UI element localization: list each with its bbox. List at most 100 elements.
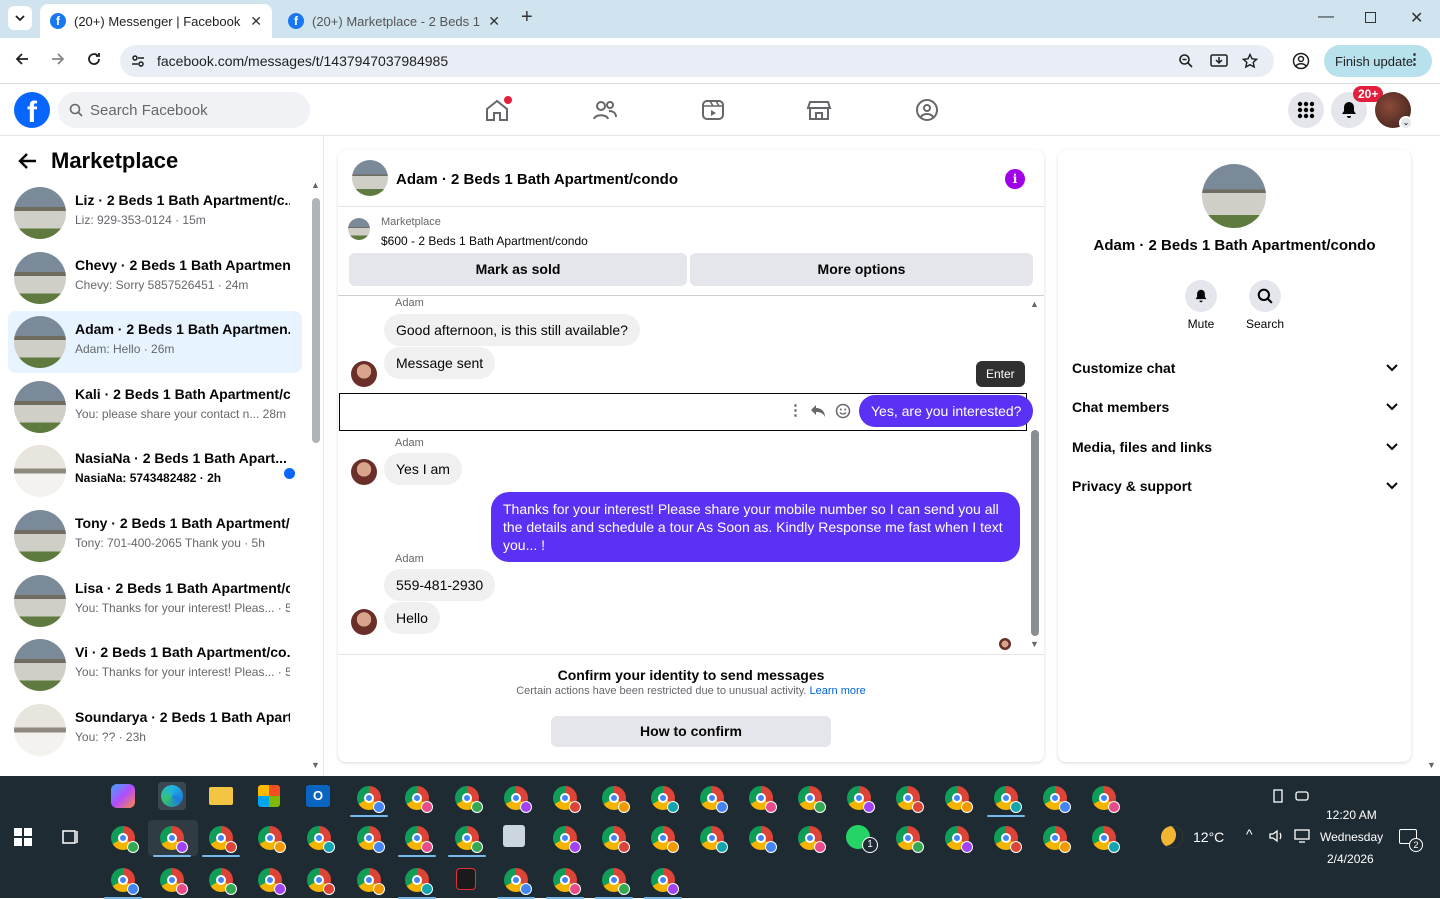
facebook-search-input[interactable]: Search Facebook	[58, 92, 310, 128]
chrome-profile-icon[interactable]	[700, 826, 728, 853]
address-bar[interactable]: facebook.com/messages/t/1437947037984985	[120, 45, 1274, 77]
chrome-profile-icon[interactable]	[1092, 786, 1120, 813]
privacy-support-section[interactable]: Privacy & support	[1072, 467, 1398, 505]
conversation-item[interactable]: Lisa · 2 Beds 1 Bath Apartment/c... You: …	[8, 570, 302, 632]
chrome-profile-icon[interactable]	[602, 786, 630, 813]
sidebar-scrollbar[interactable]	[312, 198, 320, 443]
search-in-conversation-button[interactable]: Search	[1236, 280, 1294, 331]
chrome-profile-icon[interactable]	[847, 786, 875, 813]
emoji-icon[interactable]	[835, 403, 851, 419]
site-info-icon[interactable]	[130, 53, 146, 69]
nav-video[interactable]	[700, 98, 726, 122]
scroll-down-icon[interactable]: ▼	[1030, 639, 1039, 649]
chrome-profile-icon[interactable]	[1043, 826, 1071, 853]
chrome-profile-icon[interactable]	[553, 826, 581, 853]
scroll-up-icon[interactable]: ▲	[1030, 299, 1039, 309]
chrome-profile-icon[interactable]	[994, 786, 1022, 813]
chrome-profile-icon[interactable]	[651, 868, 679, 895]
chrome-profile-icon[interactable]	[1092, 826, 1120, 853]
chrome-profile-icon[interactable]	[749, 786, 777, 813]
chrome-profile-icon[interactable]	[896, 826, 924, 853]
chrome-profile-icon[interactable]	[160, 826, 188, 853]
chrome-profile-icon[interactable]	[209, 826, 237, 853]
forward-button[interactable]	[50, 51, 66, 67]
account-avatar[interactable]: ⌄	[1375, 92, 1413, 130]
chrome-profile-icon[interactable]	[553, 786, 581, 813]
chrome-profile-icon[interactable]	[455, 786, 483, 813]
clock-time[interactable]: 12:20 AM	[1326, 808, 1377, 822]
conversation-item[interactable]: Kali · 2 Beds 1 Bath Apartment/c... You: …	[8, 376, 302, 438]
chrome-profile-icon[interactable]	[700, 786, 728, 813]
mute-button[interactable]: Mute	[1172, 280, 1230, 331]
messages-scrollbar[interactable]	[1031, 430, 1039, 636]
close-window-button[interactable]: ✕	[1410, 8, 1423, 28]
chrome-profile-icon[interactable]	[553, 868, 581, 895]
sender-avatar[interactable]	[351, 459, 377, 485]
conversation-item[interactable]: Adam · 2 Beds 1 Bath Apartmen... Adam: He…	[8, 311, 302, 374]
task-view-button[interactable]	[62, 828, 80, 846]
chrome-profile-icon[interactable]	[307, 868, 335, 895]
chrome-profile-icon[interactable]	[1043, 786, 1071, 813]
clock-date[interactable]: 2/4/2026	[1327, 852, 1374, 866]
mark-as-sold-button[interactable]: Mark as sold	[349, 253, 687, 286]
file-explorer-icon[interactable]	[209, 787, 233, 805]
photo-app-icon[interactable]	[503, 825, 525, 847]
notifications-button[interactable]: 20+	[1331, 86, 1384, 128]
volume-icon[interactable]	[1269, 829, 1285, 843]
chrome-profile-icon[interactable]	[160, 868, 188, 895]
menu-button[interactable]	[1288, 92, 1324, 128]
finish-update-button[interactable]: Finish update ⋮	[1324, 45, 1432, 77]
star-icon[interactable]	[1242, 53, 1258, 69]
profile-photo[interactable]	[1202, 164, 1266, 228]
chrome-profile-icon[interactable]	[798, 826, 826, 853]
reload-button[interactable]	[86, 51, 102, 67]
sent-message-bubble[interactable]: Thanks for your interest! Please share y…	[491, 492, 1020, 562]
new-tab-button[interactable]: +	[521, 6, 533, 29]
store-icon[interactable]	[258, 785, 280, 807]
facebook-logo[interactable]: f	[14, 92, 50, 128]
chrome-profile-icon[interactable]	[357, 826, 385, 853]
chrome-profile-icon[interactable]	[455, 826, 483, 853]
chrome-profile-icon[interactable]	[307, 826, 335, 853]
customize-chat-section[interactable]: Customize chat	[1072, 349, 1398, 387]
tab-messenger[interactable]: f (20+) Messenger | Facebook ✕	[40, 4, 272, 38]
tab-marketplace[interactable]: f (20+) Marketplace - 2 Beds 1 Bath ✕	[280, 4, 510, 38]
chrome-profile-icon[interactable]	[994, 826, 1022, 853]
chrome-profile-icon[interactable]	[602, 868, 630, 895]
close-tab-icon[interactable]: ✕	[250, 13, 262, 30]
conversation-item[interactable]: Vi · 2 Beds 1 Bath Apartment/co... You: T…	[8, 634, 302, 696]
edge-icon[interactable]	[158, 782, 186, 810]
close-tab-icon[interactable]: ✕	[488, 13, 500, 30]
page-scroll-down-icon[interactable]: ▼	[1427, 760, 1436, 770]
scroll-down-icon[interactable]: ▼	[311, 760, 320, 770]
meet-now-icon[interactable]	[1295, 789, 1309, 803]
chrome-profile-icon[interactable]	[357, 868, 385, 895]
weather-moon-icon[interactable]	[1161, 826, 1183, 848]
message-bubble[interactable]: Message sent	[384, 347, 496, 379]
chrome-profile-icon[interactable]	[357, 786, 385, 813]
chrome-profile-icon[interactable]	[896, 786, 924, 813]
learn-more-link[interactable]: Learn more	[810, 685, 866, 697]
message-bubble[interactable]: 559-481-2930	[384, 569, 496, 601]
back-arrow-button[interactable]	[18, 152, 38, 170]
how-to-confirm-button[interactable]: How to confirm	[551, 716, 831, 747]
chrome-profile-icon[interactable]	[651, 826, 679, 853]
message-bubble[interactable]: Yes I am	[384, 453, 462, 485]
nav-friends[interactable]	[592, 98, 618, 122]
suggested-reply-button[interactable]: Yes, are you interested?	[859, 395, 1034, 427]
chrome-profile-icon[interactable]	[945, 786, 973, 813]
conversation-item[interactable]: Tony · 2 Beds 1 Bath Apartment/... Tony: …	[8, 505, 302, 567]
chrome-profile-icon[interactable]	[504, 786, 532, 813]
chrome-profile-icon[interactable]	[504, 868, 532, 895]
chrome-profile-icon[interactable]	[111, 826, 139, 853]
sender-avatar[interactable]	[351, 361, 377, 387]
dark-app-icon[interactable]	[456, 868, 476, 890]
more-options-button[interactable]: More options	[690, 253, 1033, 286]
whatsapp-icon[interactable]: 1	[846, 825, 878, 853]
sender-avatar[interactable]	[351, 609, 377, 635]
clock-day[interactable]: Wednesday	[1320, 830, 1383, 844]
chrome-profile-icon[interactable]	[258, 826, 286, 853]
back-button[interactable]	[14, 51, 30, 67]
nav-groups[interactable]	[914, 98, 940, 122]
profile-icon[interactable]	[1292, 52, 1310, 70]
